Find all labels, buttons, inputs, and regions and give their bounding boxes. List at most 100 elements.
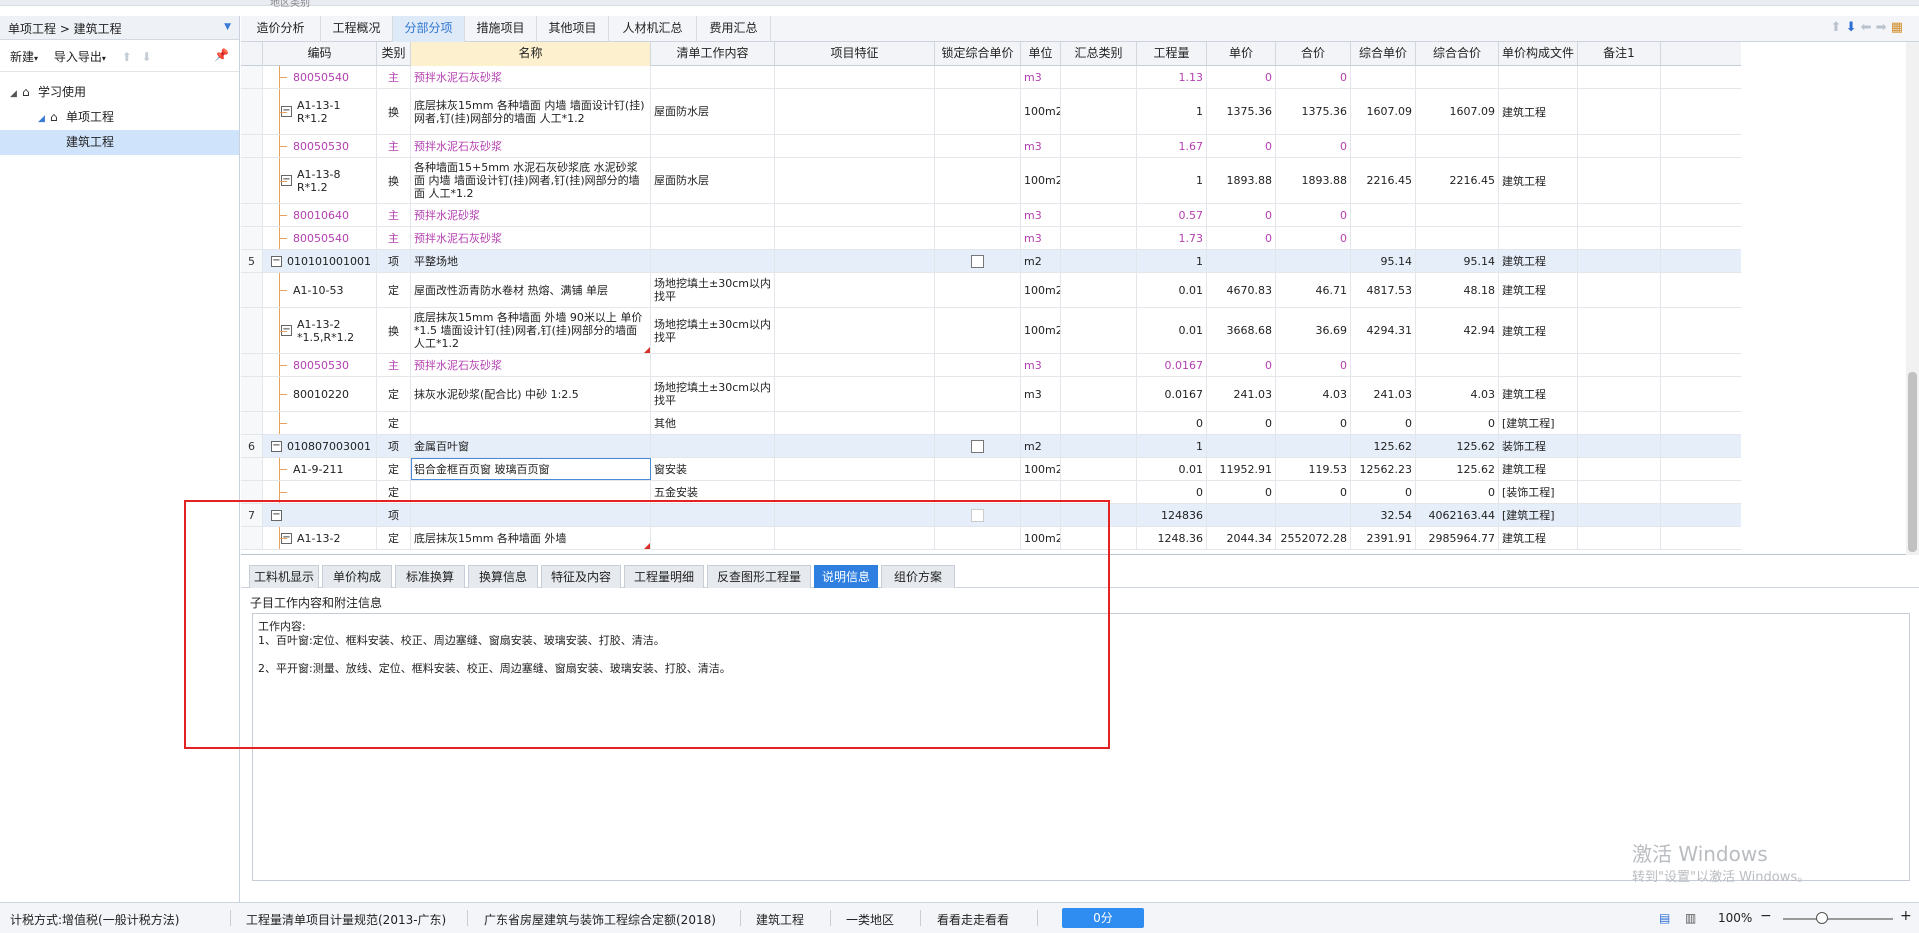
cell-no[interactable] [241, 158, 263, 203]
table-row[interactable]: − A1-13-2 *1.5,R*1.2 换 底层抹灰15mm 各种墙面 外墙 90米… [241, 308, 1741, 354]
column-header-14[interactable]: 备注1 [1578, 42, 1661, 66]
cell-price[interactable]: 2044.34 [1207, 527, 1276, 549]
cell-work[interactable]: 屋面防水层 [651, 158, 775, 203]
cell-file[interactable]: 建筑工程 [1499, 527, 1578, 549]
cell-work[interactable] [651, 66, 775, 88]
cell-file[interactable]: 建筑工程 [1499, 158, 1578, 203]
cell-no[interactable] [241, 354, 263, 376]
cell-unit[interactable]: m3 [1021, 135, 1061, 157]
cell-ctotal[interactable] [1416, 227, 1499, 249]
cell-work[interactable]: 屋面防水层 [651, 89, 775, 134]
cell-work[interactable] [651, 250, 775, 272]
cell-qty[interactable]: 1248.36 [1137, 527, 1207, 549]
cell-lock[interactable] [935, 354, 1021, 376]
cell-note[interactable] [1578, 354, 1661, 376]
cell-ctotal[interactable]: 4.03 [1416, 377, 1499, 411]
cell-unit[interactable]: 100m2 [1021, 158, 1061, 203]
cell-price[interactable]: 1375.36 [1207, 89, 1276, 134]
cell-ctotal[interactable]: 48.18 [1416, 273, 1499, 307]
cell-qty[interactable]: 0.0167 [1137, 377, 1207, 411]
tab-2[interactable]: 分部分项 [393, 16, 465, 42]
cell-unit[interactable]: 100m2 [1021, 458, 1061, 480]
cell-total[interactable]: 0 [1276, 66, 1351, 88]
cell-ctotal[interactable]: 95.14 [1416, 250, 1499, 272]
cell-file[interactable] [1499, 204, 1578, 226]
zoom-in-icon[interactable]: + [1900, 908, 1912, 924]
cell-qty[interactable]: 1 [1137, 89, 1207, 134]
cell-feat[interactable] [775, 308, 935, 353]
grid-vertical-scrollbar[interactable] [1906, 42, 1919, 555]
cell-note[interactable] [1578, 89, 1661, 134]
score-badge[interactable]: 0分 [1062, 908, 1144, 928]
clause-row[interactable]: 5 −010101001001 项 平整场地 m2 1 95.14 95.14 建筑工程 [241, 250, 1741, 273]
cell-unit[interactable]: m2 [1021, 435, 1061, 457]
cell-sumcat[interactable] [1061, 227, 1137, 249]
cell-note[interactable] [1578, 308, 1661, 353]
arrow-left-icon[interactable]: ⬅ [1861, 20, 1872, 35]
cell-price[interactable]: 4670.83 [1207, 273, 1276, 307]
cell-ctotal[interactable]: 42.94 [1416, 308, 1499, 353]
table-row[interactable]: 80050530 主 预拌水泥石灰砂浆 m3 1.67 0 0 [241, 135, 1741, 158]
cell-type[interactable]: 定 [377, 377, 411, 411]
cell-price[interactable]: 0 [1207, 481, 1276, 503]
tab-5[interactable]: 人材机汇总 [609, 16, 697, 42]
cell-total[interactable]: 0 [1276, 481, 1351, 503]
cell-sumcat[interactable] [1061, 158, 1137, 203]
cell-code[interactable]: 80010220 [263, 377, 377, 411]
import-export-button[interactable]: 导入导出▾ [54, 50, 106, 64]
cell-name[interactable]: 各种墙面15+5mm 水泥石灰砂浆底 水泥砂浆面 内墙 墙面设计钉(挂)网者,钉… [411, 158, 651, 203]
cell-feat[interactable] [775, 204, 935, 226]
cell-no[interactable] [241, 377, 263, 411]
move-down-icon[interactable]: ⬇ [142, 50, 152, 64]
cell-cprice[interactable]: 4817.53 [1351, 273, 1416, 307]
cell-unit[interactable]: 100m2 [1021, 308, 1061, 353]
cell-ctotal[interactable]: 2216.45 [1416, 158, 1499, 203]
cell-qty[interactable]: 0 [1137, 412, 1207, 434]
cell-type[interactable]: 换 [377, 158, 411, 203]
cell-price[interactable]: 0 [1207, 204, 1276, 226]
cell-price[interactable] [1207, 435, 1276, 457]
arrow-up-icon[interactable]: ⬆ [1831, 20, 1842, 35]
tab-1[interactable]: 工程概况 [321, 16, 393, 42]
cell-qty[interactable]: 0.01 [1137, 458, 1207, 480]
collapse-icon[interactable]: − [271, 440, 282, 452]
cell-total[interactable] [1276, 250, 1351, 272]
cell-price[interactable] [1207, 250, 1276, 272]
cell-code[interactable]: A1-9-211 [263, 458, 377, 480]
cell-name[interactable]: 底层抹灰15mm 各种墙面 内墙 墙面设计钉(挂)网者,钉(挂)网部分的墙面 人… [411, 89, 651, 134]
cell-type[interactable]: 主 [377, 354, 411, 376]
cell-qty[interactable]: 0 [1137, 481, 1207, 503]
cell-code[interactable]: − A1-13-8 R*1.2 [263, 158, 377, 203]
column-header-13[interactable]: 单价构成文件 [1499, 42, 1578, 66]
cell-cprice[interactable]: 2216.45 [1351, 158, 1416, 203]
cell-file[interactable]: [建筑工程] [1499, 504, 1578, 526]
cell-type[interactable]: 主 [377, 204, 411, 226]
cell-sumcat[interactable] [1061, 377, 1137, 411]
cell-type[interactable]: 换 [377, 89, 411, 134]
cell-price[interactable]: 1893.88 [1207, 158, 1276, 203]
cell-lock[interactable] [935, 273, 1021, 307]
cell-cprice[interactable]: 4294.31 [1351, 308, 1416, 353]
cell-note[interactable] [1578, 227, 1661, 249]
cell-ctotal[interactable] [1416, 204, 1499, 226]
column-header-4[interactable]: 项目特征 [775, 42, 935, 66]
cell-lock[interactable] [935, 135, 1021, 157]
cell-cprice[interactable] [1351, 354, 1416, 376]
cell-price[interactable]: 3668.68 [1207, 308, 1276, 353]
cell-type[interactable]: 主 [377, 66, 411, 88]
cell-unit[interactable]: m3 [1021, 227, 1061, 249]
table-row[interactable]: 80010220 定 抹灰水泥砂浆(配合比) 中砂 1:2.5 场地挖填土±30cm以… [241, 377, 1741, 412]
cell-no[interactable] [241, 204, 263, 226]
cell-qty[interactable]: 1 [1137, 435, 1207, 457]
cell-file[interactable] [1499, 227, 1578, 249]
tab-6[interactable]: 费用汇总 [697, 16, 771, 42]
cell-file[interactable]: [装饰工程] [1499, 481, 1578, 503]
cell-file[interactable]: [建筑工程] [1499, 412, 1578, 434]
cell-sumcat[interactable] [1061, 204, 1137, 226]
cell-unit[interactable]: m3 [1021, 66, 1061, 88]
cell-note[interactable] [1578, 458, 1661, 480]
layout-columns-icon[interactable]: ▥ [1685, 911, 1696, 925]
cell-total[interactable]: 46.71 [1276, 273, 1351, 307]
column-header-5[interactable]: 锁定综合单价 [935, 42, 1021, 66]
cell-unit[interactable]: m3 [1021, 354, 1061, 376]
